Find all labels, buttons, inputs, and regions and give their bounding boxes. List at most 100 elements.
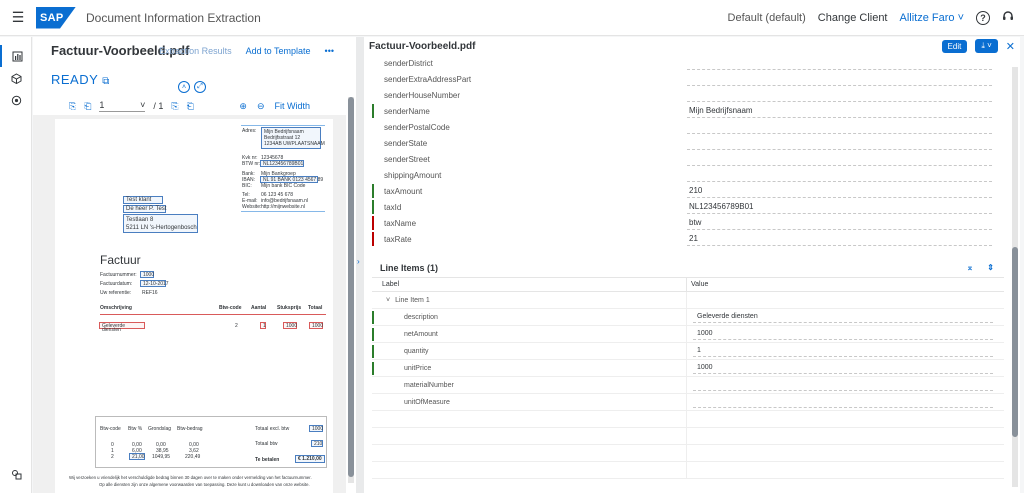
line-item-row[interactable]: unitPrice 1000 (372, 359, 1004, 377)
field-value[interactable]: NL123456789B01 (687, 200, 992, 214)
panel-splitter[interactable]: › (356, 37, 364, 493)
field-value[interactable] (687, 56, 992, 70)
next-page-icon[interactable]: ⎘ (171, 101, 178, 112)
document-scrollbar[interactable] (348, 97, 354, 483)
add-to-template-link[interactable]: Add to Template (246, 46, 311, 56)
expand-all-icon[interactable]: ⇕ (987, 263, 994, 272)
recipient-contact-box[interactable]: De heer P. Test (123, 205, 166, 213)
total-due-box[interactable]: € 1.210,00 (295, 455, 325, 463)
line-item-row[interactable]: netAmount 1000 (372, 325, 1004, 343)
extraction-scrollbar[interactable] (1012, 67, 1018, 487)
line-item-value[interactable] (693, 397, 993, 408)
chevron-down-icon[interactable]: ˅ (386, 297, 390, 304)
line-item-value[interactable] (693, 380, 993, 391)
tax-rate-box[interactable]: 21,00 (129, 453, 145, 460)
pdf-page: Adres: Mijn Bedrijfsnaam Bedrijfsstraat … (55, 119, 333, 493)
settings-nav-icon[interactable] (0, 89, 32, 111)
cube-nav-icon[interactable] (0, 67, 32, 89)
last-page-icon[interactable]: ⎗ (187, 101, 194, 112)
field-row[interactable]: taxAmount 210 (372, 183, 1004, 199)
document-scroll-thumb[interactable] (348, 97, 354, 477)
menu-icon[interactable]: ☰ (0, 0, 36, 36)
field-value[interactable]: 210 (687, 184, 992, 198)
field-label: taxName (384, 218, 417, 228)
field-value[interactable] (687, 88, 992, 102)
line-item-group-row[interactable]: ˅ Line Item 1 (372, 291, 1004, 309)
line-unit-price: 1000 (286, 323, 298, 329)
total-vat-label: Totaal btw (255, 441, 278, 447)
user-menu[interactable]: Allitze Faro ˅ (900, 12, 965, 24)
line-item-value[interactable]: 1000 (693, 329, 993, 340)
first-page-icon[interactable]: ⎘ (69, 101, 76, 112)
line-items-section: Line Items (1) ⌅ ⇕ Label Value ˅ Line Ite… (372, 258, 1004, 479)
headset-icon[interactable] (1002, 10, 1014, 25)
close-icon[interactable]: ✕ (1006, 40, 1015, 53)
recipient-address-box[interactable]: Testlaan 8 5211 LN 's-Hertogenbosch (123, 214, 198, 233)
prev-page-icon[interactable]: ⎗ (84, 101, 91, 112)
change-client-button[interactable]: Change Client (818, 12, 888, 24)
line-unit-price-box[interactable]: 1000 (283, 322, 297, 329)
field-value[interactable]: btw (687, 216, 992, 230)
pin-header-icon[interactable]: ⤢ (194, 81, 206, 93)
line-total-box[interactable]: 1000 (309, 322, 323, 329)
sender-address-box[interactable]: Mijn Bedrijfsnaam Bedrijfsstraat 12 1234… (261, 127, 325, 149)
fit-width-button[interactable]: Fit Width (274, 101, 310, 112)
field-row[interactable]: senderState (372, 135, 1004, 151)
line-items-header: Line Items (1) ⌅ ⇕ (372, 258, 1004, 278)
field-row[interactable]: senderStreet (372, 151, 1004, 167)
field-row[interactable]: senderHouseNumber (372, 87, 1004, 103)
btw-box[interactable]: NL123456789B01 (260, 160, 304, 167)
line-item-value[interactable]: 1 (693, 346, 993, 357)
field-row[interactable]: senderPostalCode (372, 119, 1004, 135)
documents-nav-icon[interactable] (0, 45, 32, 67)
field-row[interactable]: taxId NL123456789B01 (372, 199, 1004, 215)
field-row[interactable]: taxName btw (372, 215, 1004, 231)
extraction-scroll-thumb[interactable] (1012, 247, 1018, 437)
line-item-row[interactable]: materialNumber (372, 376, 1004, 394)
client-nav-icon[interactable] (0, 463, 32, 485)
chevron-right-icon[interactable]: › (357, 257, 360, 266)
iban-box[interactable]: NL 91 BANK 0123 4567 89 (260, 176, 323, 183)
field-value[interactable]: 21 (687, 232, 992, 246)
field-value[interactable] (687, 120, 992, 134)
zoom-out-icon[interactable]: ⊖ (257, 101, 265, 112)
total-excl-label: Totaal excl. btw (255, 426, 290, 432)
page-number-input[interactable]: 1 ˅ (99, 100, 146, 112)
collapse-header-icon[interactable]: ˄ (178, 81, 190, 93)
field-row[interactable]: taxRate 21 (372, 231, 1004, 247)
line-description-box[interactable]: Geleverde diensten (99, 322, 145, 333)
invoice-date-box[interactable]: 12-10-2017 (140, 280, 169, 287)
help-icon[interactable]: ? (976, 10, 990, 25)
line-item-row[interactable]: unitOfMeasure (372, 393, 1004, 411)
invoice-date-value: 12-10-2017 (143, 281, 169, 287)
collapse-all-icon[interactable]: ⌅ (967, 263, 974, 272)
zoom-in-icon[interactable]: ⊕ (239, 101, 247, 112)
field-row[interactable]: senderExtraAddressPart (372, 71, 1004, 87)
vat-row-base: 1049,95 (152, 454, 171, 460)
field-value[interactable] (687, 136, 992, 150)
more-options-button[interactable]: ••• (325, 46, 334, 56)
copy-icon[interactable]: ⧉ (102, 76, 110, 87)
line-item-row[interactable]: description Geleverde diensten (372, 308, 1004, 326)
line-item-value[interactable]: 1000 (693, 363, 993, 374)
invoice-number-box[interactable]: 1000 (140, 271, 154, 278)
field-row[interactable]: senderDistrict (372, 55, 1004, 71)
download-button[interactable]: ⤓ ˅ (975, 39, 998, 53)
field-row[interactable]: senderName Mijn Bedrijfsnaam (372, 103, 1004, 119)
field-value[interactable]: Mijn Bedrijfsnaam (687, 104, 992, 118)
edit-button[interactable]: Edit (941, 39, 968, 53)
vat-row-percent: 21,00 (132, 454, 145, 460)
line-quantity-box[interactable]: 1 (260, 322, 266, 329)
field-value[interactable] (687, 152, 992, 166)
field-value[interactable] (687, 168, 992, 182)
total-vat-box[interactable]: 210 (311, 440, 323, 447)
field-row[interactable]: shippingAmount (372, 167, 1004, 183)
recipient-company-box[interactable]: Test klant (123, 196, 163, 204)
total-excl-box[interactable]: 1000 (309, 425, 323, 432)
line-item-value[interactable]: Geleverde diensten (693, 312, 993, 323)
field-value[interactable] (687, 72, 992, 86)
sap-logo[interactable]: SAP (36, 6, 76, 29)
extraction-results-link[interactable]: Extraction Results (159, 46, 232, 56)
page-dropdown-icon[interactable]: ˅ (140, 100, 145, 111)
line-item-row[interactable]: quantity 1 (372, 342, 1004, 360)
